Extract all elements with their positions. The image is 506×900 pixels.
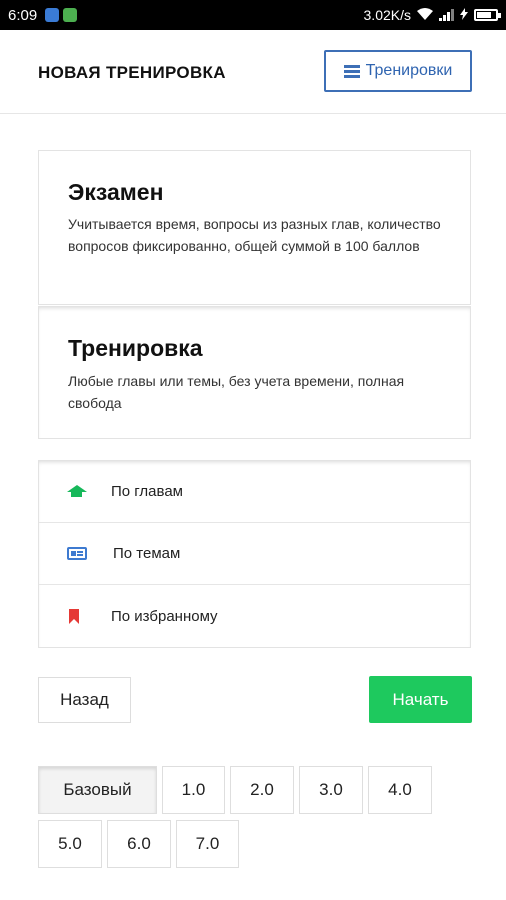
mode-title: Экзамен xyxy=(68,179,164,205)
graduation-cap-icon xyxy=(67,484,87,499)
level-chip-3[interactable]: 3.0 xyxy=(299,766,363,814)
mode-description: Учитывается время, вопросы из разных гла… xyxy=(68,216,441,254)
trainings-button-label: Тренировки xyxy=(365,62,453,79)
wifi-icon xyxy=(417,7,433,23)
mode-card-training[interactable]: Тренировка Любые главы или темы, без уче… xyxy=(38,306,471,439)
level-chip-basic[interactable]: Базовый xyxy=(38,766,157,814)
battery-icon xyxy=(474,9,501,21)
trainings-button[interactable]: Тренировки xyxy=(324,50,472,92)
back-button[interactable]: Назад xyxy=(38,677,131,723)
page-title: НОВАЯ ТРЕНИРОВКА xyxy=(38,63,226,82)
level-chip-6[interactable]: 6.0 xyxy=(107,820,171,868)
status-time: 6:09 xyxy=(8,6,38,24)
mode-description: Любые главы или темы, без учета времени,… xyxy=(68,373,405,411)
level-chip-5[interactable]: 5.0 xyxy=(38,820,102,868)
bookmark-icon xyxy=(69,608,79,624)
signal-icon xyxy=(439,9,454,21)
level-chip-7[interactable]: 7.0 xyxy=(176,820,239,868)
option-by-topics[interactable]: По темам xyxy=(39,523,470,585)
option-label: По главам xyxy=(111,483,183,500)
option-label: По избранному xyxy=(111,607,218,625)
app-icon-green xyxy=(63,8,78,22)
mode-card-exam[interactable]: Экзамен Учитывается время, вопросы из ра… xyxy=(38,150,471,305)
id-card-icon xyxy=(67,547,87,560)
option-by-chapters[interactable]: По главам xyxy=(39,461,470,523)
status-bar: 6:09 3.02K/s xyxy=(0,0,506,30)
network-speed: 3.02K/s xyxy=(363,7,411,23)
app-header: НОВАЯ ТРЕНИРОВКА Тренировки xyxy=(0,30,506,114)
mode-title: Тренировка xyxy=(68,335,203,361)
training-options-list: По главам По темам По избранному xyxy=(38,460,471,648)
charging-icon xyxy=(460,7,468,23)
list-icon xyxy=(343,64,360,78)
app-icon-blue xyxy=(45,8,60,22)
level-chip-2[interactable]: 2.0 xyxy=(230,766,294,814)
level-chip-4[interactable]: 4.0 xyxy=(368,766,432,814)
option-label: По темам xyxy=(113,545,181,562)
status-right: 3.02K/s xyxy=(363,7,501,23)
start-button[interactable]: Начать xyxy=(369,676,472,723)
option-by-favorites[interactable]: По избранному xyxy=(39,585,470,647)
level-chip-1[interactable]: 1.0 xyxy=(162,766,225,814)
